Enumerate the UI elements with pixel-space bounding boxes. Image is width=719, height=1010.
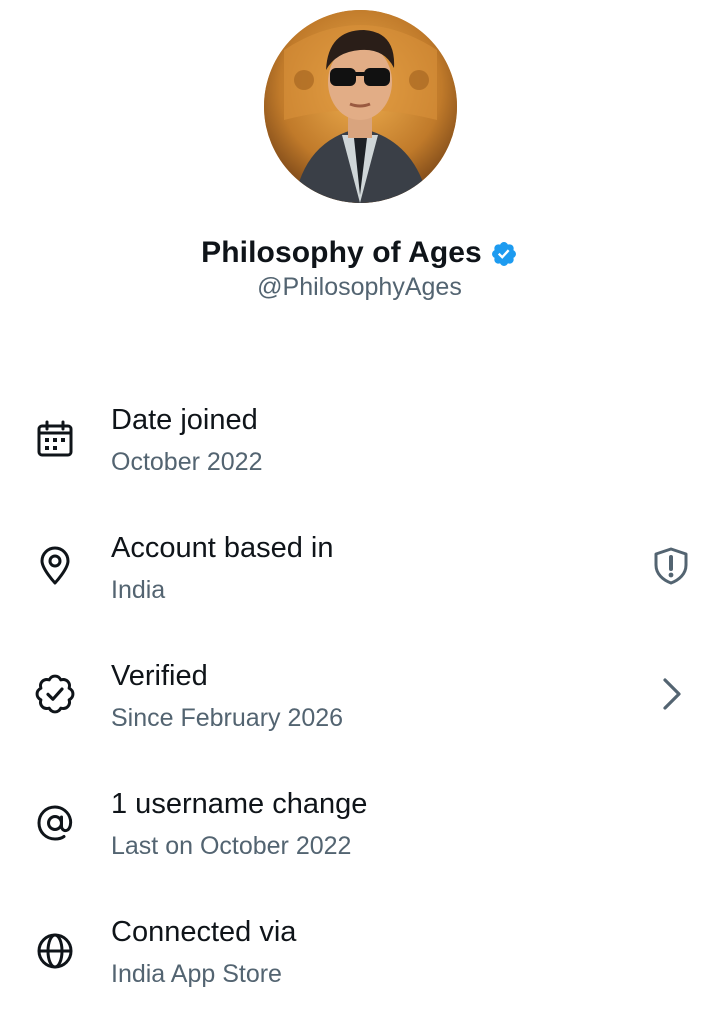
info-row-account-based-in: Account based in India xyxy=(0,530,719,626)
chevron-right-icon[interactable] xyxy=(651,674,691,714)
calendar-icon xyxy=(34,418,76,460)
info-row-title: 1 username change xyxy=(111,788,368,820)
info-row-subtitle: Since February 2026 xyxy=(111,704,344,732)
info-row-verified[interactable]: Verified Since February 2026 xyxy=(0,658,719,754)
verified-check-icon xyxy=(490,240,518,268)
shield-alert-icon[interactable] xyxy=(651,546,691,586)
profile-avatar[interactable] xyxy=(264,10,457,203)
location-pin-icon xyxy=(34,545,76,587)
info-row-title: Account based in xyxy=(111,532,334,564)
info-row-username-change: 1 username change Last on October 2022 xyxy=(0,786,719,882)
info-row-connected-via: Connected via India App Store xyxy=(0,914,719,1010)
display-name: Philosophy of Ages xyxy=(201,236,482,269)
info-row-subtitle: Last on October 2022 xyxy=(111,832,352,860)
at-sign-icon xyxy=(34,802,76,844)
verified-badge-outline-icon xyxy=(34,673,76,715)
info-row-title: Verified xyxy=(111,660,208,692)
profile-handle: @PhilosophyAges xyxy=(257,273,462,301)
info-row-title: Date joined xyxy=(111,404,258,436)
info-row-subtitle: India App Store xyxy=(111,960,282,988)
info-row-subtitle: India xyxy=(111,576,166,604)
profile-name-row: Philosophy of Ages xyxy=(0,234,719,272)
info-row-subtitle: October 2022 xyxy=(111,448,263,476)
info-row-title: Connected via xyxy=(111,916,297,948)
info-row-date-joined: Date joined October 2022 xyxy=(0,402,719,498)
globe-icon xyxy=(34,930,76,972)
